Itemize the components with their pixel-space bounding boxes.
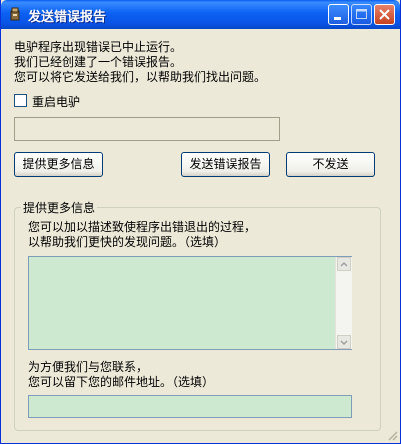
message-line: 您可以将它发送给我们，以帮助我们找出问题。 [14,70,267,84]
message-line: 电驴程序出现错误已中止运行。 [14,40,183,54]
scroll-up-button[interactable] [337,257,351,271]
progress-bar [14,117,280,141]
description-scrollbar[interactable] [335,257,352,349]
description-hint: 以帮助我们更快的发现问题。（选填） [28,235,227,249]
restart-checkbox-label[interactable]: 重启电驴 [32,93,80,110]
contact-hint: 为方便我们与您联系， [28,360,149,374]
chevron-up-icon [340,261,348,267]
chevron-down-icon [340,340,348,346]
window-title: 发送错误报告 [28,10,107,25]
error-report-dialog: 发送错误报告 电驴程序出现错误已中止运行。 我们已经创建了一个错误报告。 您可以… [0,0,401,444]
close-icon [379,9,390,20]
restart-checkbox[interactable] [14,94,27,107]
email-input[interactable] [28,395,352,418]
maximize-button[interactable] [351,4,372,25]
description-hint: 您可以加以描述致使程序出错退出的过程， [28,220,257,234]
resize-grip-icon[interactable] [386,429,398,441]
title-bar[interactable]: 发送错误报告 [1,0,400,29]
minimize-button[interactable] [328,4,349,25]
message-line: 我们已经创建了一个错误报告。 [14,55,183,69]
app-icon [10,7,20,21]
minimize-icon [334,17,341,20]
send-report-button[interactable]: 发送错误报告 [181,152,270,177]
scroll-down-button[interactable] [337,335,351,349]
contact-hint: 您可以留下您的邮件地址。（选填） [28,375,215,389]
more-info-button[interactable]: 提供更多信息 [14,152,103,177]
details-group-label: 提供更多信息 [21,199,98,216]
maximize-icon [356,9,367,19]
description-textarea[interactable] [28,256,352,350]
close-button[interactable] [374,4,395,25]
dont-send-button[interactable]: 不发送 [286,152,375,177]
